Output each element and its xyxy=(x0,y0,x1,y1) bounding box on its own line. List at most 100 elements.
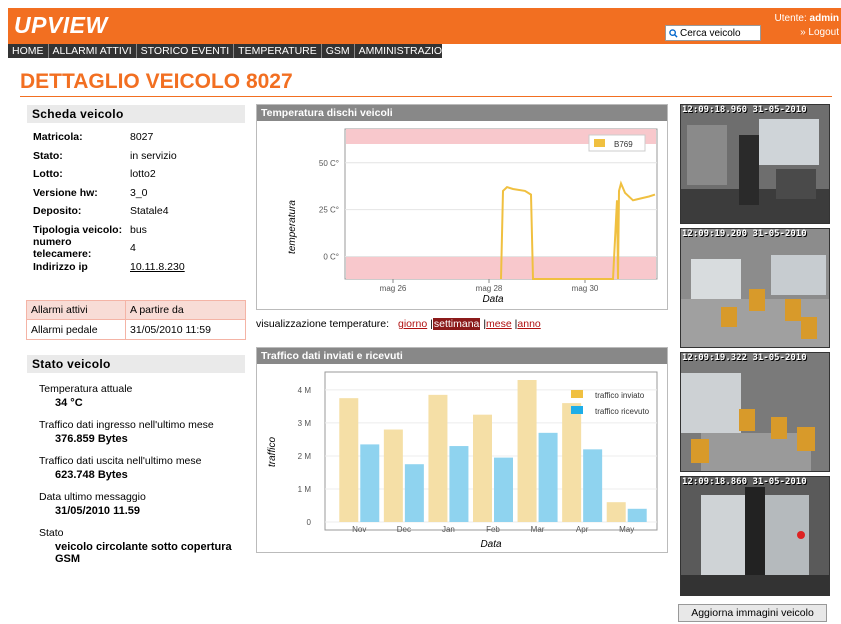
search-placeholder: Cerca veicolo xyxy=(680,27,741,39)
bus-interior-image xyxy=(681,105,829,223)
nav-allarmi-attivi[interactable]: ALLARMI ATTIVI xyxy=(49,44,137,58)
camera-timestamp: 12:09:19.200 31-05-2010 xyxy=(682,229,807,239)
legend-label: B769 xyxy=(614,140,633,149)
x-tick-label: Feb xyxy=(486,525,500,534)
top-header: UPVIEW Cerca veicolo Utente: admin » Log… xyxy=(8,8,841,44)
temperature-range-selector: visualizzazione temperature: giorno |set… xyxy=(256,318,541,330)
column-header: Allarmi attivi xyxy=(27,301,126,319)
field-value: in servizio xyxy=(130,149,177,162)
traffic-chart-panel: Traffico dati inviati e ricevuti 4 M 3 M 2… xyxy=(256,347,668,553)
status-item: Traffico dati uscita nell'ultimo mese 623… xyxy=(27,455,245,481)
status-item: Temperatura attuale 34 °C xyxy=(27,383,245,409)
bar-traffico-ricevuto xyxy=(494,457,513,522)
bar-traffico-ricevuto xyxy=(583,449,603,522)
table-row[interactable]: Allarmi pedale 31/05/2010 11:59 xyxy=(27,319,245,339)
field-row: Deposito: Statale4 xyxy=(27,202,245,221)
search-icon xyxy=(669,28,678,38)
legend-swatch-ricevuto xyxy=(571,406,583,414)
nav-temperature[interactable]: TEMPERATURE xyxy=(234,44,322,58)
status-value: veicolo circolante sotto copertura GSM xyxy=(55,541,232,565)
bar-traffico-ricevuto xyxy=(538,432,558,522)
field-label: numero telecamere: xyxy=(33,236,92,261)
y-tick-label: 0 C° xyxy=(323,253,339,262)
y-axis-label: traffico xyxy=(267,437,278,467)
range-anno-link[interactable]: anno xyxy=(517,318,540,330)
status-value: 31/05/2010 11.59 xyxy=(55,505,141,517)
x-tick-label: Apr xyxy=(576,525,589,534)
nav-gsm[interactable]: GSM xyxy=(322,44,355,58)
camera-timestamp: 12:09:18.960 31-05-2010 xyxy=(682,105,807,115)
field-value: 3_0 xyxy=(130,186,148,199)
y-tick-label: 0 xyxy=(307,518,312,527)
status-item: Traffico dati ingresso nell'ultimo mese 3… xyxy=(27,419,245,445)
x-tick-label: May xyxy=(619,525,634,534)
field-row: Stato: in servizio xyxy=(27,147,245,166)
nav-amministrazione[interactable]: AMMINISTRAZIONE xyxy=(355,44,469,58)
camera-timestamp: 12:09:18.860 31-05-2010 xyxy=(682,477,807,487)
bar-traffico-inviato xyxy=(606,502,626,522)
bar-traffico-ricevuto xyxy=(404,464,424,522)
y-tick-label: 25 C° xyxy=(319,206,339,215)
page-title: DETTAGLIO VEICOLO 8027 xyxy=(20,70,293,93)
field-label: Tipologia veicolo: xyxy=(33,223,123,236)
bar-traffico-ricevuto xyxy=(449,446,469,522)
field-label: Lotto: xyxy=(33,168,63,181)
status-item: Data ultimo messaggio 31/05/2010 11.59 xyxy=(27,491,245,517)
field-label: Indirizzo ip xyxy=(33,260,88,273)
field-value: Statale4 xyxy=(130,205,169,218)
vehicle-status-title: Stato veicolo xyxy=(27,355,245,373)
temperature-chart: 50 C° 25 C° 0 C° mag 26 mag 28 mag 30 B769 t… xyxy=(287,128,658,305)
status-value: 34 °C xyxy=(55,397,83,409)
status-label: Traffico dati uscita nell'ultimo mese xyxy=(39,455,202,467)
bar-traffico-inviato xyxy=(473,414,492,522)
nav-storico-eventi[interactable]: STORICO EVENTI xyxy=(137,44,235,58)
camera-image[interactable]: 12:09:19.200 31-05-2010 xyxy=(680,228,830,348)
status-label: Data ultimo messaggio xyxy=(39,491,146,503)
field-value: 4 xyxy=(130,242,136,255)
bar-traffico-ricevuto xyxy=(360,444,380,522)
range-settimana-link[interactable]: settimana xyxy=(432,318,481,330)
y-tick-label: 4 M xyxy=(298,386,312,395)
user-label: Utente: xyxy=(774,13,807,24)
camera-image[interactable]: 12:09:18.860 31-05-2010 xyxy=(680,476,830,596)
legend-label: traffico ricevuto xyxy=(595,407,650,416)
field-row: Matricola: 8027 xyxy=(27,128,245,147)
user-area: Utente: admin » Logout xyxy=(775,12,839,40)
status-label: Traffico dati ingresso nell'ultimo mese xyxy=(39,419,214,431)
alarm-since: 31/05/2010 11:59 xyxy=(130,323,211,336)
app-logo[interactable]: UPVIEW xyxy=(14,12,108,39)
camera-image[interactable]: 12:09:18.960 31-05-2010 xyxy=(680,104,830,224)
nav-amministrazione-label: AMMINISTRAZIONE xyxy=(358,45,457,57)
x-tick-label: Dec xyxy=(397,525,411,534)
chevron-down-icon xyxy=(458,49,465,54)
legend-swatch-inviato xyxy=(571,390,583,398)
vehicle-search-input[interactable]: Cerca veicolo xyxy=(665,25,761,41)
traffic-chart-title: Traffico dati inviati e ricevuti xyxy=(257,348,667,364)
field-label: Deposito: xyxy=(33,205,82,218)
range-selector-label: visualizzazione temperature: xyxy=(256,318,390,330)
field-label: Matricola: xyxy=(33,131,83,144)
x-axis-label: Data xyxy=(480,539,502,550)
bar-traffico-inviato xyxy=(428,394,448,522)
bar-traffico-inviato xyxy=(562,403,582,522)
y-tick-label: 3 M xyxy=(298,419,312,428)
nav-home[interactable]: HOME xyxy=(8,44,49,58)
status-label: Stato xyxy=(39,527,64,539)
title-divider xyxy=(20,96,832,97)
table-header: Allarmi attivi A partire da xyxy=(27,301,245,319)
field-value: lotto2 xyxy=(130,168,156,181)
range-giorno-link[interactable]: giorno xyxy=(398,318,427,330)
x-tick-label: mag 26 xyxy=(380,284,407,293)
field-row: Versione hw: 3_0 xyxy=(27,184,245,203)
ip-address-link[interactable]: 10.11.8.230 xyxy=(130,261,185,273)
bar-traffico-ricevuto xyxy=(627,508,647,522)
camera-image[interactable]: 12:09:19.322 31-05-2010 xyxy=(680,352,830,472)
refresh-images-button[interactable]: Aggiorna immagini veicolo xyxy=(678,604,827,622)
bus-interior-image xyxy=(681,353,829,471)
range-mese-link[interactable]: mese xyxy=(486,318,512,330)
logout-link[interactable]: » Logout xyxy=(800,27,839,38)
temperature-chart-panel: Temperatura dischi veicoli 50 C° 25 C° 0 C… xyxy=(256,104,668,310)
field-row: Lotto: lotto2 xyxy=(27,165,245,184)
column-header: A partire da xyxy=(130,304,184,316)
vehicle-status: Stato veicolo Temperatura attuale 34 °C T… xyxy=(27,355,245,565)
